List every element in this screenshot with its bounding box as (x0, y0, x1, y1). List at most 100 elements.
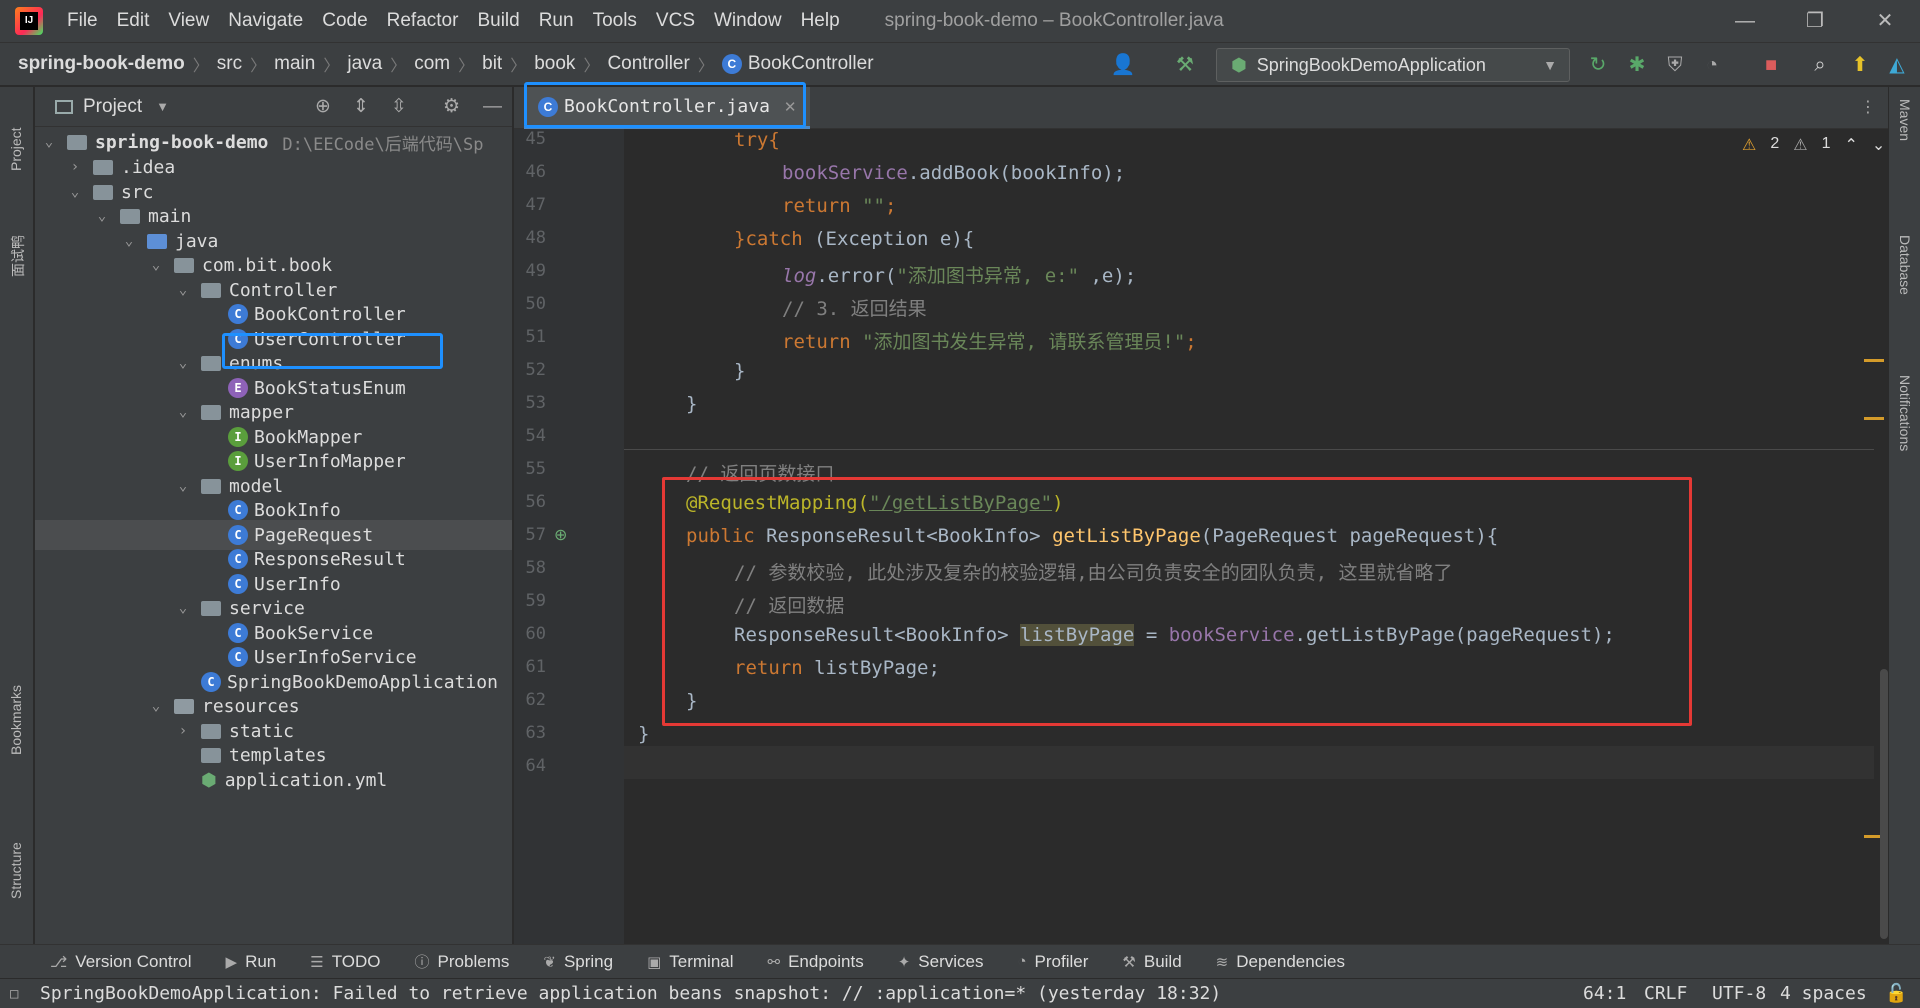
breadcrumb-src[interactable]: src (217, 53, 242, 75)
package-icon (201, 355, 221, 371)
chevron-right-icon: 〉 (192, 58, 209, 75)
menu-build[interactable]: Build (477, 10, 519, 32)
breadcrumb-bookcontroller[interactable]: BookController (748, 53, 874, 75)
expand-all-icon[interactable]: ⇕ (353, 95, 369, 118)
hide-panel-icon[interactable]: — (483, 96, 502, 118)
lock-icon[interactable]: 🔓 (1885, 983, 1907, 1004)
terminal-icon: ▣ (647, 953, 662, 971)
warning-marker[interactable] (1864, 359, 1884, 362)
spring-endpoint-gutter-icon[interactable]: ⊕ (554, 525, 567, 545)
project-view-selector[interactable]: Project (83, 96, 142, 118)
file-encoding[interactable]: UTF-8 (1712, 983, 1766, 1004)
tree-item-application-yml[interactable]: ⬢ application.yml (35, 765, 512, 795)
indent-setting[interactable]: 4 spaces (1780, 983, 1867, 1004)
toggle-tool-windows-icon[interactable]: □ (10, 986, 18, 1002)
user-icon[interactable]: 👤 (1108, 50, 1138, 80)
menu-tools[interactable]: Tools (593, 10, 637, 32)
build-hammer-icon[interactable]: ⚒ (1170, 50, 1200, 80)
highlight-box-tab (524, 82, 806, 128)
code-line-49: log.error("添加图书异常, e:" ,e); (782, 265, 1137, 287)
chevron-up-icon[interactable]: ⌃ (1845, 135, 1858, 155)
menu-edit[interactable]: Edit (117, 10, 150, 32)
code-line-51: return "添加图书发生异常, 请联系管理员!"; (782, 331, 1197, 353)
chevron-down-icon[interactable]: ⌄ (1872, 135, 1885, 155)
breadcrumb-controller[interactable]: Controller (607, 53, 689, 75)
weak-warning-icon: ⚠ (1793, 137, 1808, 154)
database-tool-button[interactable]: Database (1897, 235, 1913, 295)
breadcrumb-main[interactable]: main (274, 53, 315, 75)
code-line-53: } (686, 393, 698, 415)
folder-icon (120, 208, 140, 224)
gear-icon[interactable]: ⚙ (443, 95, 460, 118)
status-message[interactable]: SpringBookDemoApplication: Failed to ret… (40, 983, 1221, 1004)
stop-icon[interactable]: ■ (1756, 50, 1786, 80)
project-panel-header: Project ▼ ⊕ ⇕ ⇳ ⚙ — (35, 87, 512, 127)
menu-window[interactable]: Window (714, 10, 782, 32)
breadcrumb-book[interactable]: book (534, 53, 575, 75)
caret-position[interactable]: 64:1 (1583, 983, 1626, 1004)
project-panel: Project ▼ ⊕ ⇕ ⇳ ⚙ — ⌄ spring-book-demo D:\… (35, 87, 513, 944)
project-tool-button[interactable]: Project (8, 127, 24, 171)
line-number: 45 (525, 129, 546, 149)
close-window-button[interactable]: ✕ (1850, 0, 1920, 42)
breadcrumb-com[interactable]: com (414, 53, 450, 75)
plugin-icon[interactable]: ◭ (1882, 50, 1912, 80)
chevron-right-icon: 〉 (583, 58, 600, 75)
line-separator[interactable]: CRLF (1644, 983, 1687, 1004)
profile-icon[interactable]: ◔ (1697, 50, 1727, 80)
info-icon: ⓘ (414, 954, 430, 971)
tool-todo[interactable]: ☰ TODO (310, 952, 380, 972)
notifications-tool-button[interactable]: Notifications (1897, 375, 1913, 451)
breadcrumb-project[interactable]: spring-book-demo (18, 53, 185, 75)
line-number: 58 (525, 558, 546, 578)
tool-spring[interactable]: ❦ Spring (543, 952, 613, 972)
chevron-right-icon: 〉 (390, 58, 407, 75)
run-configuration-select[interactable]: ⬢ SpringBookDemoApplication ▼ (1216, 48, 1570, 82)
layers-icon: ≋ (1215, 953, 1229, 971)
maven-tool-button[interactable]: Maven (1897, 99, 1913, 141)
tool-endpoints[interactable]: ⚯ Endpoints (768, 952, 864, 972)
minimize-button[interactable]: — (1710, 0, 1780, 42)
structure-tool-button[interactable]: Structure (8, 842, 24, 899)
tool-profiler[interactable]: ◔ Profiler (1017, 952, 1088, 972)
bookmarks-tool-button[interactable]: Bookmarks (8, 685, 24, 755)
tool-terminal[interactable]: ▣ Terminal (647, 952, 733, 972)
restore-button[interactable]: ❐ (1780, 0, 1850, 42)
coverage-icon[interactable]: ⛨ (1660, 50, 1690, 80)
module-folder-icon (67, 134, 87, 150)
locate-icon[interactable]: ⊕ (315, 95, 331, 118)
more-options-icon[interactable]: ⋮ (1860, 97, 1876, 117)
menu-vcs[interactable]: VCS (656, 10, 695, 32)
interface-icon: I (228, 427, 248, 447)
rerun-icon[interactable]: ↻ (1583, 50, 1613, 80)
menu-file[interactable]: File (67, 10, 98, 32)
search-icon[interactable]: ⌕ (1805, 50, 1835, 80)
breadcrumb-bit[interactable]: bit (482, 53, 502, 75)
menu-help[interactable]: Help (801, 10, 840, 32)
right-tool-strip: Maven Database Notifications (1888, 87, 1920, 944)
menu-navigate[interactable]: Navigate (228, 10, 303, 32)
warning-marker[interactable] (1864, 417, 1884, 420)
menu-refactor[interactable]: Refactor (387, 10, 459, 32)
tool-run[interactable]: ▶ Run (226, 952, 277, 972)
menu-view[interactable]: View (168, 10, 209, 32)
editor-scrollbar[interactable] (1880, 669, 1888, 939)
breadcrumb-java[interactable]: java (347, 53, 382, 75)
tool-build[interactable]: ⚒ Build (1122, 952, 1181, 972)
tool-dependencies[interactable]: ≋ Dependencies (1216, 952, 1345, 972)
update-icon[interactable]: ⬆ (1845, 50, 1875, 80)
tool-version-control[interactable]: ⎇ Version Control (50, 952, 192, 972)
interview-duck-tool-button[interactable]: 面试鸭 (8, 235, 28, 277)
debug-icon[interactable]: ✱ (1622, 50, 1652, 80)
menu-run[interactable]: Run (539, 10, 574, 32)
tool-services[interactable]: ✦ Services (898, 952, 984, 972)
code-line-46: bookService.addBook(bookInfo); (782, 162, 1126, 184)
menu-code[interactable]: Code (322, 10, 367, 32)
chevron-down-icon: ⌄ (44, 134, 54, 150)
current-line-highlight (624, 746, 1874, 779)
inspection-widget[interactable]: ⚠ 2 ⚠ 1 ⌃ ⌄ (1742, 135, 1885, 155)
collapse-all-icon[interactable]: ⇳ (391, 95, 407, 118)
folder-icon (93, 159, 113, 175)
tool-problems[interactable]: ⓘ Problems (415, 951, 510, 972)
chevron-down-icon[interactable]: ▼ (156, 99, 169, 114)
